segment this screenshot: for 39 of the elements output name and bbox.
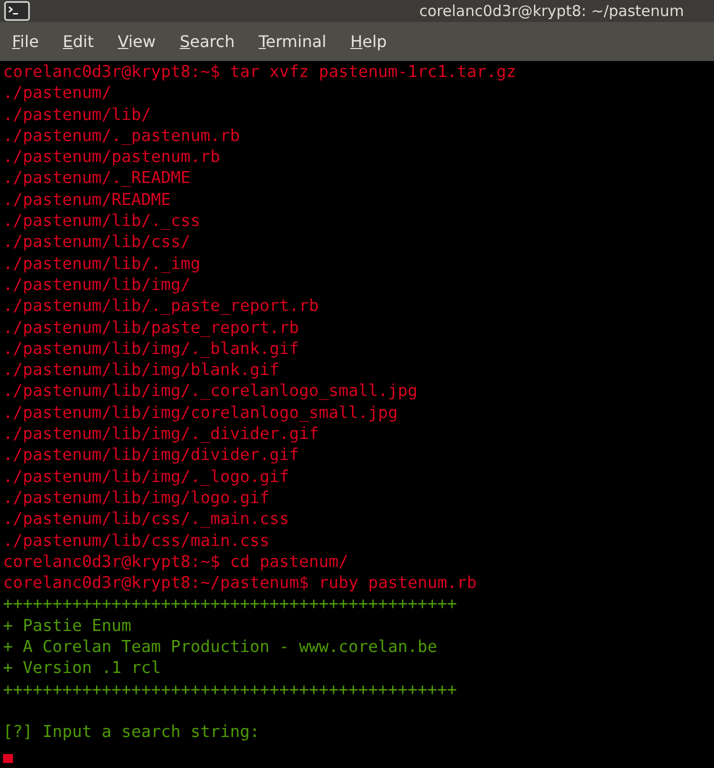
terminal-line: ./pastenum/lib/img/divider.gif: [3, 445, 300, 464]
terminal-line: ./pastenum/lib/._paste_report.rb: [3, 296, 319, 316]
terminal-line: ./pastenum/lib/img/._blank.gif: [3, 338, 300, 358]
terminal-line: corelanc0d3r@krypt8:~/pastenum$ ruby pastenum.rb: [3, 573, 477, 592]
terminal-line: ++++++++++++++++++++++++++++++++++++++++++++++: [3, 594, 457, 614]
terminal-line: ./pastenum/lib/img/blank.gif: [3, 360, 280, 380]
terminal-line: ./pastenum/pastenum.rb: [3, 147, 220, 166]
terminal-line: ./pastenum/lib/css/main.css: [3, 530, 270, 550]
terminal-line: ./pastenum/lib/: [3, 104, 152, 124]
terminal-line: + A Corelan Team Production - www.corelan.be: [3, 637, 438, 656]
terminal-line: ./pastenum/lib/._css: [3, 211, 200, 230]
terminal-line: ./pastenum/._README: [3, 168, 190, 188]
menu-item[interactable]: Search: [170, 30, 245, 53]
terminal-line: ./pastenum/README: [3, 190, 171, 209]
menu-item[interactable]: Edit: [52, 30, 104, 53]
terminal-line: ./pastenum/lib/img/: [3, 274, 190, 294]
terminal-line: + Pastie Enum: [3, 616, 132, 635]
terminal-line: ./pastenum/: [3, 83, 112, 102]
terminal-line: ++++++++++++++++++++++++++++++++++++++++++++++: [3, 680, 457, 699]
menu-item[interactable]: File: [2, 30, 49, 53]
terminal-icon: [4, 1, 30, 21]
terminal-line: ./pastenum/lib/css/._main.css: [3, 509, 290, 528]
terminal-line: corelanc0d3r@krypt8:~$ tar xvfz pastenum-1rc1.tar.gz: [3, 62, 516, 81]
menu-item[interactable]: Terminal: [248, 30, 336, 53]
terminal-line: ./pastenum/lib/css/: [3, 232, 190, 252]
terminal-line: ./pastenum/lib/img/logo.gif: [3, 488, 270, 507]
terminal-line: [?] Input a search string:: [3, 722, 260, 742]
terminal-line: ./pastenum/lib/paste_report.rb: [3, 318, 300, 337]
menu-item[interactable]: Help: [340, 30, 397, 53]
terminal-line: ./pastenum/lib/._img: [3, 254, 200, 273]
terminal-line: ./pastenum/._pastenum.rb: [3, 126, 240, 145]
menu-item[interactable]: View: [108, 30, 166, 53]
terminal-line: ./pastenum/lib/img/._divider.gif: [3, 424, 319, 444]
terminal-line: ./pastenum/lib/img/._corelanlogo_small.jpg: [3, 381, 418, 400]
terminal-line: + Version .1 rcl: [3, 658, 161, 678]
window-title: corelanc0d3r@krypt8: ~/pastenum: [419, 2, 684, 20]
terminal-line: ./pastenum/lib/img/._logo.gif: [3, 466, 290, 486]
terminal-line: corelanc0d3r@krypt8:~$ cd pastenum/: [3, 552, 348, 571]
terminal-line: ./pastenum/lib/img/corelanlogo_small.jpg: [3, 402, 398, 422]
